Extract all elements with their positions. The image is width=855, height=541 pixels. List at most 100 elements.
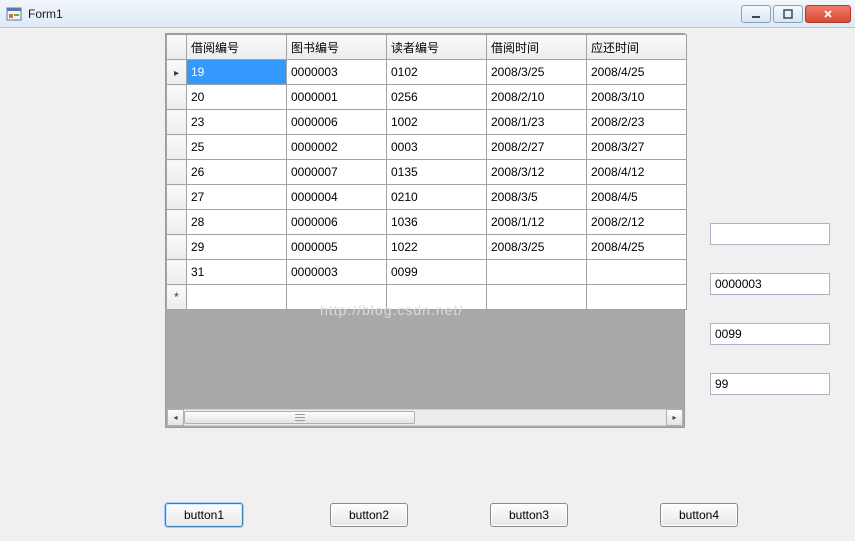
cell[interactable]: 0000003 — [287, 60, 387, 85]
table-row[interactable]: 20 0000001 0256 2008/2/10 2008/3/10 — [167, 85, 687, 110]
cell[interactable]: 2008/3/25 — [487, 60, 587, 85]
row-header[interactable] — [167, 160, 187, 185]
textbox-1[interactable] — [710, 223, 830, 245]
scroll-thumb[interactable] — [184, 411, 415, 424]
cell[interactable]: 25 — [187, 135, 287, 160]
button1[interactable]: button1 — [165, 503, 243, 527]
cell[interactable]: 0000006 — [287, 210, 387, 235]
cell-selected[interactable]: 19 — [187, 60, 287, 85]
cell[interactable]: 2008/3/5 — [487, 185, 587, 210]
client-area: 借阅编号 图书编号 读者编号 借阅时间 应还时间 19 0000003 0102… — [0, 28, 855, 541]
cell[interactable]: 20 — [187, 85, 287, 110]
button-label: button4 — [679, 508, 719, 522]
cell[interactable]: 1002 — [387, 110, 487, 135]
textbox-3[interactable] — [710, 323, 830, 345]
cell[interactable] — [487, 260, 587, 285]
table-row[interactable]: 27 0000004 0210 2008/3/5 2008/4/5 — [167, 185, 687, 210]
cell[interactable]: 0000006 — [287, 110, 387, 135]
datagrid[interactable]: 借阅编号 图书编号 读者编号 借阅时间 应还时间 19 0000003 0102… — [165, 33, 685, 428]
row-header-selected[interactable] — [167, 60, 187, 85]
table-row[interactable]: 28 0000006 1036 2008/1/12 2008/2/12 — [167, 210, 687, 235]
cell[interactable]: 2008/3/12 — [487, 160, 587, 185]
table-row[interactable]: 31 0000003 0099 — [167, 260, 687, 285]
cell[interactable]: 2008/4/12 — [587, 160, 687, 185]
row-header[interactable] — [167, 135, 187, 160]
col-header[interactable]: 图书编号 — [287, 35, 387, 60]
button-label: button1 — [184, 508, 224, 522]
col-header[interactable]: 借阅编号 — [187, 35, 287, 60]
cell[interactable]: 0000007 — [287, 160, 387, 185]
cell[interactable]: 2008/2/12 — [587, 210, 687, 235]
col-header[interactable]: 借阅时间 — [487, 35, 587, 60]
cell[interactable]: 29 — [187, 235, 287, 260]
button2[interactable]: button2 — [330, 503, 408, 527]
table-row[interactable]: 29 0000005 1022 2008/3/25 2008/4/25 — [167, 235, 687, 260]
cell[interactable]: 0210 — [387, 185, 487, 210]
textbox-2[interactable] — [710, 273, 830, 295]
datagrid-body: 19 0000003 0102 2008/3/25 2008/4/25 20 0… — [167, 60, 687, 310]
cell[interactable]: 26 — [187, 160, 287, 185]
table-row[interactable]: 23 0000006 1002 2008/1/23 2008/2/23 — [167, 110, 687, 135]
cell[interactable]: 2008/3/27 — [587, 135, 687, 160]
cell[interactable]: 2008/4/25 — [587, 60, 687, 85]
button4[interactable]: button4 — [660, 503, 738, 527]
cell[interactable]: 0099 — [387, 260, 487, 285]
row-header[interactable] — [167, 185, 187, 210]
cell[interactable]: 2008/1/12 — [487, 210, 587, 235]
cell[interactable] — [387, 285, 487, 310]
row-header-new[interactable] — [167, 285, 187, 310]
cell[interactable]: 2008/3/10 — [587, 85, 687, 110]
cell[interactable]: 0102 — [387, 60, 487, 85]
cell[interactable]: 2008/3/25 — [487, 235, 587, 260]
cell[interactable]: 28 — [187, 210, 287, 235]
scroll-right-button[interactable]: ▸ — [666, 409, 683, 426]
table-row[interactable]: 26 0000007 0135 2008/3/12 2008/4/12 — [167, 160, 687, 185]
cell[interactable]: 23 — [187, 110, 287, 135]
cell[interactable]: 31 — [187, 260, 287, 285]
cell[interactable]: 1036 — [387, 210, 487, 235]
maximize-button[interactable] — [773, 5, 803, 23]
cell[interactable]: 0000001 — [287, 85, 387, 110]
row-header[interactable] — [167, 260, 187, 285]
cell[interactable]: 0000003 — [287, 260, 387, 285]
table-row[interactable]: 19 0000003 0102 2008/3/25 2008/4/25 — [167, 60, 687, 85]
scroll-left-button[interactable]: ◂ — [167, 409, 184, 426]
cell[interactable] — [187, 285, 287, 310]
row-header[interactable] — [167, 235, 187, 260]
col-header[interactable]: 应还时间 — [587, 35, 687, 60]
form-icon — [6, 6, 22, 22]
cell[interactable] — [287, 285, 387, 310]
scroll-track[interactable] — [184, 409, 666, 426]
cell[interactable]: 0000004 — [287, 185, 387, 210]
datagrid-header-row: 借阅编号 图书编号 读者编号 借阅时间 应还时间 — [167, 35, 687, 60]
grid-hscrollbar[interactable]: ◂ ▸ — [167, 409, 683, 426]
cell[interactable]: 1022 — [387, 235, 487, 260]
table-new-row[interactable] — [167, 285, 687, 310]
cell[interactable]: 0003 — [387, 135, 487, 160]
cell[interactable] — [487, 285, 587, 310]
col-header[interactable]: 读者编号 — [387, 35, 487, 60]
row-header[interactable] — [167, 210, 187, 235]
cell[interactable]: 0135 — [387, 160, 487, 185]
cell[interactable]: 2008/2/10 — [487, 85, 587, 110]
button-label: button2 — [349, 508, 389, 522]
cell[interactable]: 2008/4/5 — [587, 185, 687, 210]
button3[interactable]: button3 — [490, 503, 568, 527]
textbox-4[interactable] — [710, 373, 830, 395]
close-button[interactable] — [805, 5, 851, 23]
cell[interactable]: 27 — [187, 185, 287, 210]
table-row[interactable]: 25 0000002 0003 2008/2/27 2008/3/27 — [167, 135, 687, 160]
header-corner[interactable] — [167, 35, 187, 60]
cell[interactable]: 0000002 — [287, 135, 387, 160]
cell[interactable]: 2008/2/27 — [487, 135, 587, 160]
cell[interactable]: 2008/1/23 — [487, 110, 587, 135]
cell[interactable] — [587, 260, 687, 285]
cell[interactable] — [587, 285, 687, 310]
cell[interactable]: 0000005 — [287, 235, 387, 260]
row-header[interactable] — [167, 110, 187, 135]
cell[interactable]: 0256 — [387, 85, 487, 110]
minimize-button[interactable] — [741, 5, 771, 23]
cell[interactable]: 2008/4/25 — [587, 235, 687, 260]
cell[interactable]: 2008/2/23 — [587, 110, 687, 135]
row-header[interactable] — [167, 85, 187, 110]
